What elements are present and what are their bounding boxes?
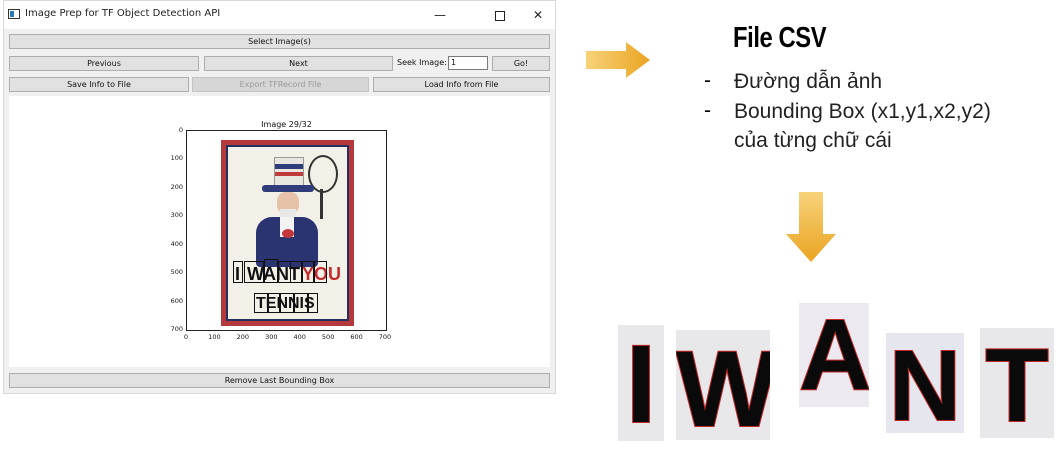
- x-tick-label: 200: [236, 333, 250, 341]
- tennis-ball: [282, 229, 294, 238]
- arrow-down-icon: [786, 192, 836, 262]
- previous-button[interactable]: Previous: [9, 56, 199, 71]
- bullet-dash: -: [704, 99, 711, 122]
- bullet-bounding-box: Bounding Box (x1,y1,x2,y2): [734, 100, 991, 123]
- bounding-box: [294, 293, 308, 313]
- next-button[interactable]: Next: [204, 56, 393, 71]
- bounding-box: [233, 261, 243, 283]
- select-images-button[interactable]: Select Image(s): [9, 34, 550, 49]
- bounding-box: [314, 261, 327, 283]
- plot-area[interactable]: I WANT YOU TENNIS: [186, 130, 387, 331]
- export-tfrecord-button[interactable]: Export TFRecord File: [192, 77, 369, 92]
- y-tick-label: 600: [170, 296, 183, 305]
- y-tick-label: 200: [170, 182, 183, 191]
- bounding-box: [290, 261, 302, 283]
- load-info-button[interactable]: Load Info from File: [373, 77, 550, 92]
- bounding-box: [308, 293, 318, 313]
- go-button[interactable]: Go!: [492, 56, 550, 71]
- y-tick-label: 300: [170, 211, 183, 220]
- bounding-box: [254, 293, 268, 313]
- x-tick-label: 700: [378, 333, 392, 341]
- save-info-button[interactable]: Save Info to File: [9, 77, 189, 92]
- minimize-button[interactable]: —: [422, 1, 458, 29]
- y-tick-label: 100: [170, 154, 183, 163]
- crop-letter: N: [888, 333, 962, 433]
- csv-title: File CSV: [733, 22, 827, 54]
- maximize-icon: [495, 10, 505, 21]
- letter-crop: I: [618, 325, 664, 441]
- x-tick-label: 400: [293, 333, 306, 341]
- letter-crop: W: [676, 330, 770, 440]
- y-tick-label: 400: [170, 239, 183, 248]
- seek-image-label: Seek Image:: [397, 58, 447, 67]
- remove-last-box-button[interactable]: Remove Last Bounding Box: [9, 373, 550, 388]
- crop-letter: W: [676, 330, 770, 440]
- bounding-box: [264, 259, 278, 283]
- x-tick-label: 100: [208, 333, 221, 341]
- x-tick-label: 0: [183, 333, 189, 341]
- bullet-bounding-box-line2: của từng chữ cái: [734, 129, 892, 152]
- crop-letter: A: [799, 303, 869, 407]
- y-tick-label: 0: [178, 126, 183, 134]
- y-tick-label: 700: [170, 325, 183, 333]
- bounding-box: [244, 261, 264, 283]
- poster-inner: I WANT YOU TENNIS: [226, 145, 349, 321]
- letter-crop: T: [980, 328, 1054, 438]
- title-bar: Image Prep for TF Object Detection API —…: [4, 1, 555, 29]
- app-icon: [8, 9, 20, 19]
- letter-crop: A: [799, 303, 869, 407]
- racket-handle: [320, 189, 323, 219]
- bullet-image-path: Đường dẫn ảnh: [734, 70, 883, 93]
- window-title: Image Prep for TF Object Detection API: [25, 8, 221, 19]
- plot-title: Image 29/32: [261, 120, 312, 129]
- bullet-dash: -: [704, 69, 711, 92]
- x-tick-label: 300: [265, 333, 278, 341]
- arrow-right-icon: [586, 42, 650, 78]
- crop-letter: T: [984, 328, 1050, 438]
- bounding-box: [302, 261, 314, 283]
- y-tick-label: 500: [170, 268, 183, 277]
- bounding-box: [280, 293, 294, 313]
- hat-brim: [262, 185, 314, 192]
- seek-image-input[interactable]: 1: [448, 56, 488, 70]
- letter-crop: N: [886, 333, 964, 433]
- poster-image: I WANT YOU TENNIS: [221, 140, 354, 326]
- crop-letter: I: [625, 325, 658, 441]
- maximize-button[interactable]: [482, 1, 518, 29]
- x-tick-label: 600: [350, 333, 363, 341]
- x-tick-label: 500: [321, 333, 335, 341]
- close-button[interactable]: ✕: [520, 1, 556, 29]
- bounding-box: [268, 293, 280, 313]
